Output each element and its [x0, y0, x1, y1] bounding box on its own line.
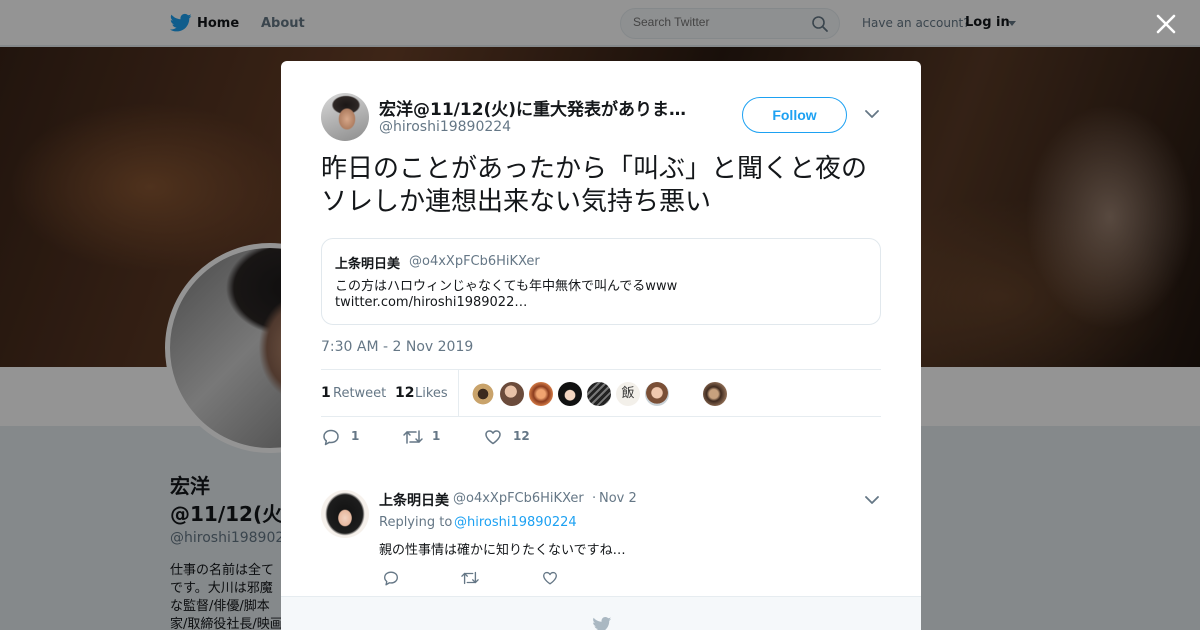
stats-divider [458, 370, 459, 416]
liker-avatar[interactable] [471, 382, 495, 406]
chevron-down-icon[interactable] [865, 495, 879, 505]
liker-avatar[interactable] [587, 382, 611, 406]
likes-label[interactable]: Likes [415, 386, 448, 401]
quoted-tweet-link[interactable]: twitter.com/hiroshi1989022… [335, 295, 527, 310]
reply-icon[interactable] [382, 569, 400, 587]
liker-avatar[interactable] [529, 382, 553, 406]
quoted-author-name: 上条明日美 [335, 257, 401, 272]
author-handle[interactable]: @hiroshi19890224 [379, 119, 511, 135]
separator-dot: · [592, 491, 597, 506]
reply-author-handle[interactable]: @o4xXpFCb6HiKXer [453, 491, 584, 506]
replying-to-handle-link[interactable]: @hiroshi19890224 [454, 515, 577, 530]
reply-action[interactable]: 1 [321, 427, 371, 447]
quoted-tweet[interactable]: 上条明日美 @o4xXpFCb6HiKXer この方はハロウィンじゃなくても年中… [321, 238, 881, 325]
tweet-text: 昨日のことがあったから「叫ぶ」と聞くと夜のソレしか連想出来ない気持ち悪い [321, 154, 868, 217]
quoted-author-handle: @o4xXpFCb6HiKXer [409, 254, 540, 269]
reply-tweet[interactable]: 上条明日美 @o4xXpFCb6HiKXer · Nov 2 Replying … [281, 473, 921, 596]
liker-avatar[interactable] [645, 382, 669, 406]
retweet-count: 1 [432, 429, 441, 443]
tweet-stats: 1 Retweet 12 Likes 飯 [321, 369, 881, 417]
author-avatar[interactable] [321, 93, 369, 141]
retweets-label[interactable]: Retweet [333, 386, 386, 401]
author-name[interactable]: 宏洋@11/12(火)に重大発表がありま… [379, 95, 699, 120]
likes-count[interactable]: 12 [395, 385, 414, 401]
replying-to-label: Replying to [379, 515, 453, 530]
follow-button[interactable]: Follow [742, 97, 847, 133]
twitter-bird-icon [593, 617, 612, 630]
like-action[interactable]: 12 [483, 427, 543, 447]
retweet-action[interactable]: 1 [402, 427, 452, 447]
tweet-actions: 1 1 12 [321, 425, 881, 449]
reply-author-avatar[interactable] [321, 490, 369, 538]
close-icon[interactable] [1154, 12, 1178, 36]
modal-footer [281, 596, 921, 630]
reply-text: 親の性事情は確かに知りたくないですね… [379, 543, 626, 558]
reply-count: 1 [351, 429, 360, 443]
liker-avatar[interactable] [558, 382, 582, 406]
reply-icon [323, 429, 339, 446]
retweets-count[interactable]: 1 [321, 385, 331, 401]
heart-icon [485, 430, 501, 445]
liker-avatar[interactable] [500, 382, 524, 406]
tweet-permalink-modal: 宏洋@11/12(火)に重大発表がありま… @hiroshi19890224 F… [281, 61, 921, 630]
liker-avatar[interactable]: 飯 [616, 382, 640, 406]
like-count: 12 [513, 429, 530, 443]
tweet-timestamp[interactable]: 7:30 AM - 2 Nov 2019 [321, 339, 473, 355]
retweet-icon [403, 430, 423, 444]
reply-date[interactable]: Nov 2 [599, 491, 637, 506]
chevron-down-icon[interactable] [865, 109, 879, 119]
reply-author-name[interactable]: 上条明日美 [379, 490, 449, 510]
heart-icon[interactable] [541, 569, 559, 587]
retweet-icon[interactable] [460, 569, 480, 587]
quoted-tweet-text: この方はハロウィンじゃなくても年中無休で叫んでるwww [335, 279, 678, 294]
liker-avatar[interactable] [703, 382, 727, 406]
